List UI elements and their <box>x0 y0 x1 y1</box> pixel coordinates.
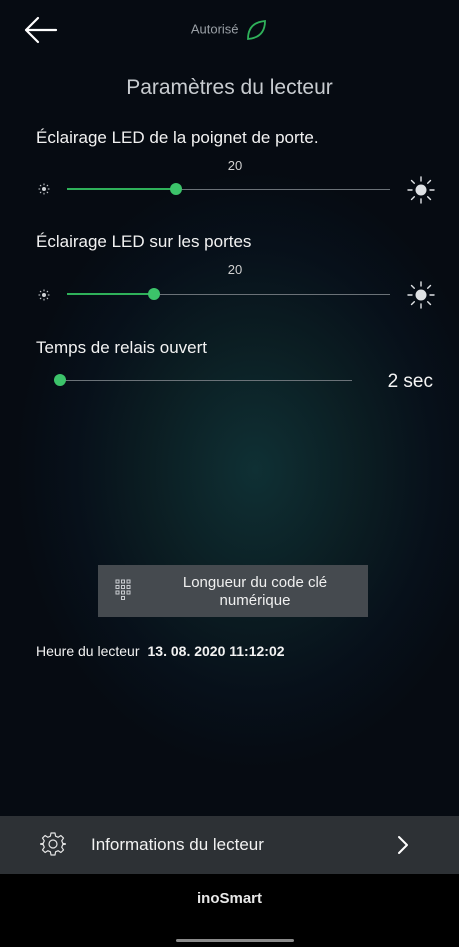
handle-led-value: 20 <box>227 158 243 173</box>
brightness-low-icon <box>38 289 50 301</box>
door-led-value: 20 <box>227 262 243 277</box>
relay-time-value: 2 sec <box>387 371 433 392</box>
page-title: Paramètres du lecteur <box>126 76 333 99</box>
slider-thumb[interactable] <box>148 288 160 300</box>
slider-thumb[interactable] <box>170 183 182 195</box>
status-indicator: Autorisé <box>0 19 459 41</box>
keypad-icon <box>115 579 131 600</box>
reader-info-label: Informations du lecteur <box>91 835 264 854</box>
footer: inoSmart <box>0 874 459 947</box>
code-length-button[interactable]: Longueur du code clé numérique <box>98 565 368 617</box>
relay-time-label: Temps de relais ouvert <box>36 338 208 357</box>
reader-time-value: 13. 08. 2020 11:12:02 <box>147 643 285 659</box>
reader-settings-screen: Autorisé Paramètres du lecteur Éclairage… <box>0 0 459 947</box>
chevron-right-icon <box>398 836 408 854</box>
status-text: Autorisé <box>190 21 239 37</box>
brand-logo-text: inoSmart <box>196 890 262 907</box>
leaf-icon <box>247 20 267 40</box>
reader-time-row: Heure du lecteur 13. 08. 2020 11:12:02 <box>36 643 285 659</box>
slider-thumb[interactable] <box>54 374 66 386</box>
reader-time-label: Heure du lecteur <box>36 643 140 659</box>
slider-fill <box>67 188 177 190</box>
handle-led-label: Éclairage LED de la poignet de porte. <box>36 128 319 147</box>
brightness-high-icon <box>407 176 435 204</box>
slider-track <box>60 380 352 381</box>
home-indicator[interactable] <box>176 939 294 942</box>
slider-fill <box>67 293 155 295</box>
brightness-low-icon <box>38 183 50 195</box>
gear-icon <box>40 832 66 856</box>
code-length-label: Longueur du code clé numérique <box>182 574 328 609</box>
brightness-high-icon <box>407 281 435 309</box>
top-bar: Autorisé <box>0 0 459 62</box>
door-led-label: Éclairage LED sur les portes <box>36 232 252 251</box>
reader-info-button[interactable]: Informations du lecteur <box>0 816 459 874</box>
